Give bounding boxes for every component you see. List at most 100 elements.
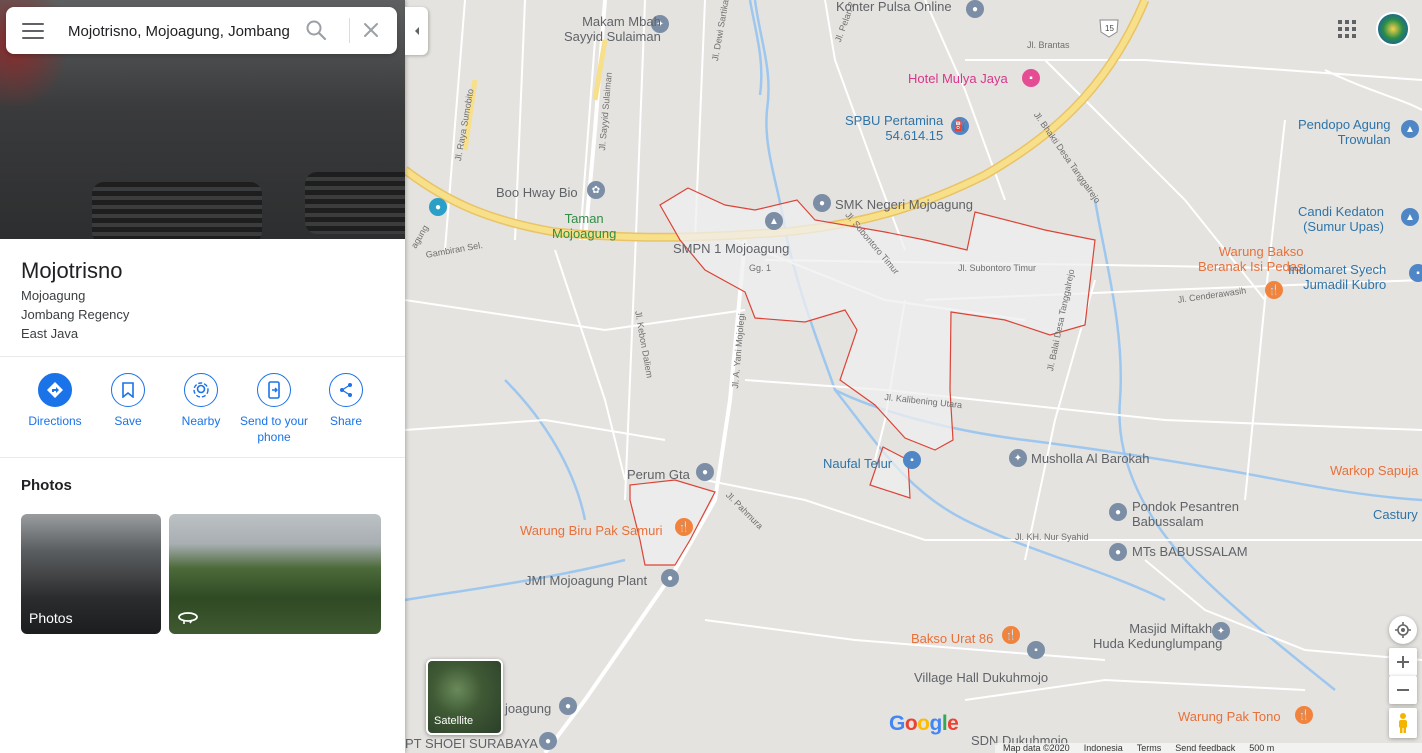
map-data-attribution: Map data ©2020 — [1003, 743, 1070, 753]
satellite-layer-button[interactable]: Satellite — [426, 659, 503, 735]
poi-candi-kedaton[interactable]: Candi Kedaton (Sumur Upas) — [1298, 204, 1384, 235]
place-pin-icon[interactable]: ● — [696, 463, 714, 481]
school-pin-icon[interactable]: ● — [813, 194, 831, 212]
poi-perum-gta[interactable]: Perum Gta — [627, 467, 690, 483]
menu-button[interactable] — [18, 19, 48, 43]
apps-grid-icon — [1345, 34, 1349, 38]
region-link[interactable]: Indonesia — [1084, 743, 1123, 753]
poi-boo-hway-bio[interactable]: Boo Hway Bio — [496, 185, 578, 201]
poi-indomaret[interactable]: Indomaret Syech Jumadil Kubro — [1288, 262, 1386, 293]
restaurant-pin-icon[interactable]: 🍴 — [1002, 626, 1020, 644]
poi-pondok-pesantren[interactable]: Pondok Pesantren Babussalam — [1132, 499, 1239, 530]
apps-grid-icon — [1345, 20, 1349, 24]
send-to-phone-label: Send to your phone — [239, 414, 309, 444]
mosque-pin-icon[interactable]: ✦ — [1212, 622, 1230, 640]
poi-pt-shoei[interactable]: PT SHOEI SURABAYA — [405, 736, 538, 752]
school-pin-icon[interactable]: ● — [1109, 503, 1127, 521]
terms-link[interactable]: Terms — [1137, 743, 1162, 753]
mosque-pin-icon[interactable]: ✦ — [1009, 449, 1027, 467]
school-pin-icon[interactable]: ▲ — [765, 212, 783, 230]
divider — [349, 18, 350, 43]
share-button[interactable]: Share — [311, 373, 381, 429]
landmark-pin-icon[interactable]: ▲ — [1401, 208, 1419, 226]
poi-joagung[interactable]: joagung — [505, 701, 551, 717]
poi-smk-negeri[interactable]: SMK Negeri Mojoagung — [835, 197, 973, 213]
restaurant-pin-icon[interactable]: 🍴 — [675, 518, 693, 536]
poi-smpn-1[interactable]: SMPN 1 Mojoagung — [673, 241, 789, 257]
landmark-pin-icon[interactable]: ▲ — [1401, 120, 1419, 138]
bookmark-icon — [111, 373, 145, 407]
poi-naufal-telur[interactable]: Naufal Telur — [823, 456, 892, 472]
school-pin-icon[interactable]: ● — [1109, 543, 1127, 561]
poi-warung-pak-tono[interactable]: Warung Pak Tono — [1178, 709, 1281, 725]
place-pin-icon[interactable]: ● — [429, 198, 447, 216]
poi-castury[interactable]: Castury M — [1373, 507, 1422, 523]
gas-station-pin-icon[interactable]: ⛽ — [951, 117, 969, 135]
my-location-button[interactable] — [1389, 616, 1417, 644]
poi-village-hall[interactable]: Village Hall Dukuhmojo — [914, 670, 1048, 686]
my-location-icon — [1395, 622, 1411, 638]
town-hall-pin-icon[interactable]: ▪ — [1027, 641, 1045, 659]
chevron-left-icon — [414, 27, 419, 35]
pegman-icon — [1399, 713, 1407, 733]
search-input[interactable] — [68, 19, 296, 43]
zoom-in-button[interactable] — [1389, 648, 1417, 676]
hotel-pin-icon[interactable]: ▪ — [1022, 69, 1040, 87]
send-to-phone-button[interactable]: Send to your phone — [238, 373, 310, 445]
google-apps-button[interactable] — [1336, 18, 1358, 40]
save-label: Save — [114, 414, 142, 428]
google-logo-text: Google — [889, 712, 959, 735]
directions-icon — [38, 373, 72, 407]
send-feedback-link[interactable]: Send feedback — [1175, 743, 1235, 753]
zoom-out-button[interactable] — [1389, 676, 1417, 704]
apps-grid-icon — [1338, 27, 1342, 31]
directions-button[interactable]: Directions — [20, 373, 90, 429]
address-line: Jombang Regency — [21, 307, 130, 322]
account-avatar[interactable] — [1376, 12, 1410, 46]
search-icon — [306, 20, 327, 41]
nearby-button[interactable]: Nearby — [166, 373, 236, 429]
share-label: Share — [329, 414, 363, 428]
poi-pendopo-agung[interactable]: Pendopo Agung Trowulan — [1298, 117, 1391, 148]
place-pin-icon[interactable]: ✿ — [587, 181, 605, 199]
place-pin-icon[interactable]: ● — [661, 569, 679, 587]
photo-thumbnail[interactable]: Photos — [21, 514, 161, 634]
hamburger-icon — [22, 30, 44, 32]
poi-warung-biru[interactable]: Warung Biru Pak Samuri — [520, 523, 663, 539]
poi-jmi-plant[interactable]: JMI Mojoagung Plant — [525, 573, 647, 589]
place-panel: Mojotrisno Mojoagung Jombang Regency Eas… — [0, 0, 405, 753]
google-logo: Google — [889, 712, 959, 736]
street-view-pegman-button[interactable] — [1389, 708, 1417, 738]
poi-hotel-mulya-jaya[interactable]: Hotel Mulya Jaya — [908, 71, 1008, 87]
restaurant-pin-icon[interactable]: 🍴 — [1265, 281, 1283, 299]
scale-bar[interactable]: 500 m — [1249, 743, 1274, 753]
map-footer: Map data ©2020 Indonesia Terms Send feed… — [995, 743, 1422, 753]
directions-label: Directions — [28, 414, 82, 428]
apps-grid-icon — [1352, 27, 1356, 31]
poi-masjid-miftakhul[interactable]: Masjid Miftakhul Huda Kedunglumpang — [1093, 621, 1222, 652]
poi-warkop-sapuja[interactable]: Warkop Sapuja — [1330, 463, 1418, 479]
search-button[interactable] — [304, 18, 328, 42]
clear-search-button[interactable] — [359, 18, 383, 42]
place-pin-icon[interactable]: ● — [559, 697, 577, 715]
photo-thumbnail-360[interactable] — [169, 514, 381, 634]
shop-pin-icon[interactable]: ▪ — [903, 451, 921, 469]
poi-mts-babussalam[interactable]: MTs BABUSSALAM — [1132, 544, 1248, 560]
poi-spbu-pertamina[interactable]: SPBU Pertamina 54.614.15 — [845, 113, 943, 144]
poi-bakso-urat[interactable]: Bakso Urat 86 — [911, 631, 993, 647]
poi-taman-mojoagung[interactable]: Taman Mojoagung — [552, 211, 616, 242]
collapse-panel-button[interactable] — [405, 7, 428, 55]
plus-icon — [1397, 656, 1409, 668]
street-label: Jl. Brantas — [1027, 40, 1070, 50]
restaurant-pin-icon[interactable]: 🍴 — [1295, 706, 1313, 724]
shop-pin-icon[interactable]: ● — [966, 0, 984, 18]
place-title: Mojotrisno — [21, 258, 123, 283]
map-canvas[interactable]: 15 ✦ Makam Mbah Sayyid Sulaiman Konter P… — [405, 0, 1422, 753]
hamburger-icon — [22, 37, 44, 39]
place-pin-icon[interactable]: ● — [539, 732, 557, 750]
save-button[interactable]: Save — [93, 373, 163, 429]
street-label: Jl. KH. Nur Syahid — [1015, 532, 1089, 542]
poi-makam-mbah[interactable]: Makam Mbah Sayyid Sulaiman — [564, 14, 661, 45]
shop-pin-icon[interactable]: ▪ — [1409, 264, 1422, 282]
poi-musholla[interactable]: Musholla Al Barokah — [1031, 451, 1150, 467]
